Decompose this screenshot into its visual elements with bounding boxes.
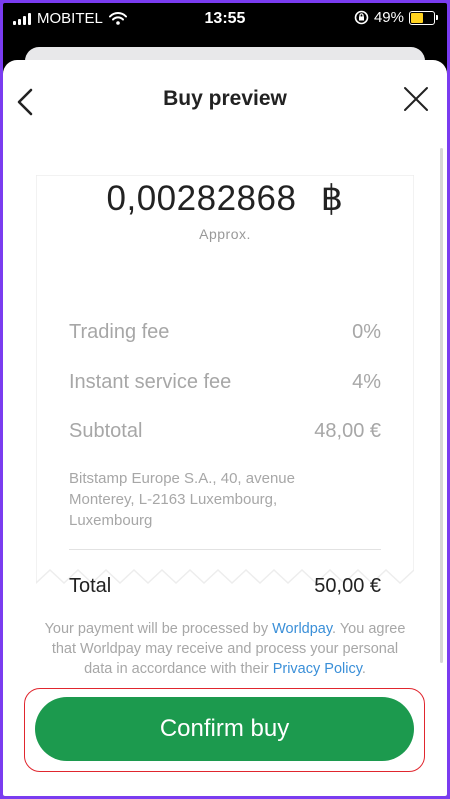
instant-fee-value: 4% — [352, 371, 381, 393]
close-icon — [404, 87, 428, 111]
trading-fee-value: 0% — [352, 321, 381, 343]
disclaimer-text-1: Your payment will be processed by — [44, 621, 273, 637]
privacy-policy-link[interactable]: Privacy Policy — [273, 661, 362, 677]
buy-preview-sheet: Buy preview 0,00282868 ฿ Approx. Trading… — [3, 60, 447, 796]
scrollbar[interactable] — [440, 148, 443, 663]
battery-icon — [409, 10, 438, 25]
trading-fee-row: Trading fee 0% — [69, 321, 381, 344]
disclaimer-text-3: . — [361, 661, 366, 677]
divider — [69, 549, 381, 550]
subtotal-row: Subtotal 48,00 € — [69, 420, 381, 443]
battery-percent: 49% — [373, 9, 404, 26]
approx-label: Approx. — [199, 226, 251, 242]
status-right: 49% — [354, 9, 438, 26]
instant-fee-row: Instant service fee 4% — [69, 371, 381, 394]
trading-fee-label: Trading fee — [69, 321, 170, 343]
receipt-card: 0,00282868 ฿ Approx. Trading fee 0% Inst… — [36, 175, 414, 597]
payment-disclaimer: Your payment will be processed by Worldp… — [43, 619, 407, 679]
total-row: Total 50,00 € — [69, 575, 381, 598]
worldpay-link[interactable]: Worldpay — [272, 621, 332, 637]
bitcoin-symbol: ฿ — [320, 179, 344, 218]
subtotal-value: 48,00 € — [314, 420, 381, 442]
subtotal-label: Subtotal — [69, 420, 143, 442]
merchant-address: Bitstamp Europe S.A., 40, avenue Montere… — [69, 470, 295, 529]
total-value: 50,00 € — [314, 575, 381, 597]
instant-fee-label: Instant service fee — [69, 371, 232, 393]
page-title: Buy preview — [163, 87, 287, 110]
phone-screen: MOBITEL 13:55 49% Buy preview 0,00282868… — [3, 3, 447, 796]
orientation-lock-icon — [354, 10, 369, 25]
confirm-buy-button[interactable]: Confirm buy — [35, 697, 414, 761]
crypto-amount: 0,00282868 ฿ — [36, 179, 414, 219]
close-button[interactable] — [401, 84, 431, 114]
amount-value: 0,00282868 — [106, 179, 297, 218]
total-label: Total — [69, 575, 112, 597]
status-bar: MOBITEL 13:55 49% — [3, 3, 447, 35]
